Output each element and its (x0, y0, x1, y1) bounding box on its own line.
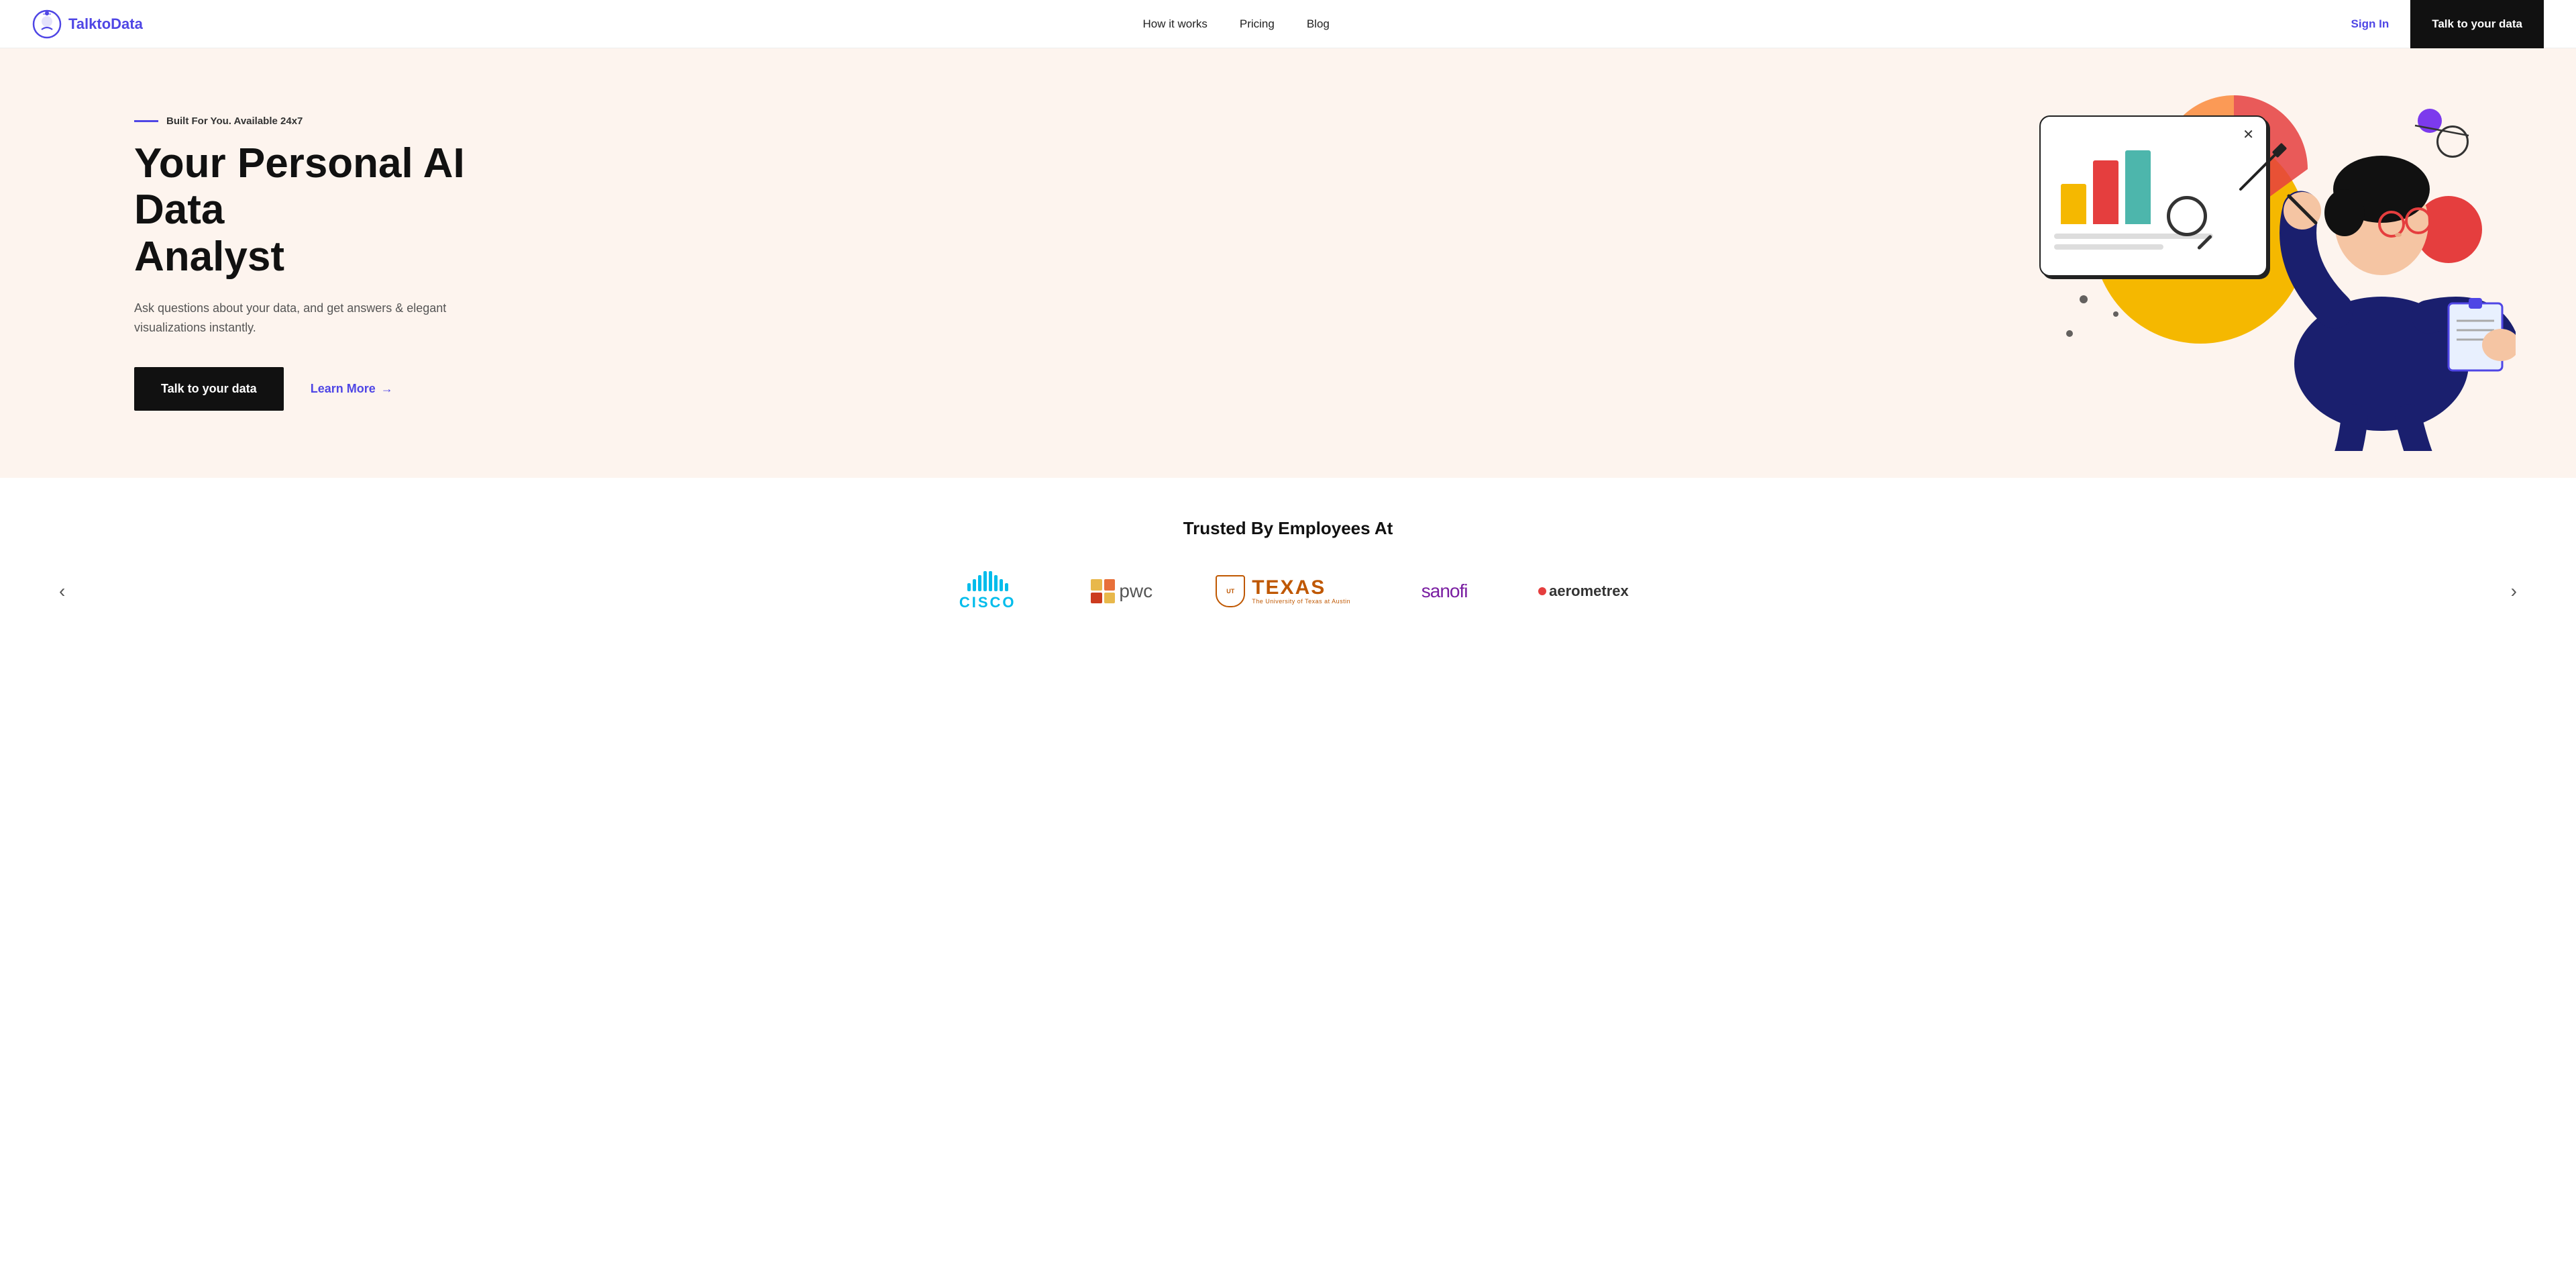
cisco-text: CISCO (959, 594, 1016, 611)
nav-links: How it works Pricing Blog (1143, 17, 1330, 31)
dot-2 (2113, 311, 2118, 317)
navbar-actions: Sign In Talk to your data (2330, 0, 2544, 48)
signin-link[interactable]: Sign In (2330, 17, 2411, 31)
pwc-text: pwc (1119, 580, 1152, 602)
person-illustration (2247, 115, 2516, 451)
cisco-logo: CISCO (947, 571, 1028, 611)
dot-1 (2080, 295, 2088, 303)
aerometrex-text: aerometrex (1549, 583, 1629, 600)
logos-row: ‹ CISCO (54, 571, 2522, 611)
hero-title: Your Personal AI Data Analyst (134, 140, 537, 280)
sanofi-logo: sanofi (1404, 580, 1485, 602)
texas-shield-icon: UT (1216, 575, 1245, 607)
cisco-bars-icon (967, 571, 1008, 591)
hero-cta-button[interactable]: Talk to your data (134, 367, 284, 411)
chart-bar-1 (2061, 184, 2086, 224)
texas-logo: UT TEXAS The University of Texas at Aust… (1216, 575, 1350, 607)
nav-blog[interactable]: Blog (1307, 17, 1330, 31)
trusted-section: Trusted By Employees At ‹ CISCO (0, 478, 2576, 652)
nav-how-it-works[interactable]: How it works (1143, 17, 1208, 31)
logos-prev-button[interactable]: ‹ (54, 575, 70, 607)
pwc-logo: pwc (1081, 579, 1162, 603)
hero-tag: Built For You. Available 24x7 (134, 115, 537, 127)
navbar: TalktoData How it works Pricing Blog Sig… (0, 0, 2576, 48)
sanofi-text: sanofi (1421, 580, 1468, 602)
chart-bars (2061, 144, 2253, 224)
logo-icon (32, 9, 62, 39)
brand-name: TalktoData (68, 15, 143, 33)
dashboard-card: ✕ (2039, 115, 2267, 276)
hero-section: Built For You. Available 24x7 Your Perso… (0, 48, 2576, 478)
talk-to-data-nav-button[interactable]: Talk to your data (2410, 0, 2544, 48)
hero-tag-line (134, 120, 158, 122)
logos-next-button[interactable]: › (2506, 575, 2522, 607)
hero-tag-text: Built For You. Available 24x7 (166, 115, 303, 127)
texas-main-text: TEXAS (1252, 578, 1326, 598)
dot-3 (2066, 330, 2073, 337)
trusted-title: Trusted By Employees At (54, 518, 2522, 539)
learn-more-link[interactable]: Learn More → (311, 382, 393, 396)
texas-sub-text: The University of Texas at Austin (1252, 598, 1350, 605)
pen-icon (2234, 142, 2288, 196)
aerometrex-logo: aerometrex (1538, 583, 1629, 600)
magnifier-icon (2167, 196, 2207, 236)
card-line-2 (2054, 244, 2163, 250)
arrow-icon: → (381, 382, 393, 396)
logo-link[interactable]: TalktoData (32, 9, 143, 39)
nav-pricing[interactable]: Pricing (1240, 17, 1275, 31)
card-lines (2054, 234, 2253, 250)
hero-buttons: Talk to your data Learn More → (134, 367, 537, 411)
aerometrex-dot-icon (1538, 587, 1546, 595)
hero-content: Built For You. Available 24x7 Your Perso… (134, 115, 537, 411)
chart-bar-2 (2093, 160, 2118, 224)
pwc-squares-icon (1091, 579, 1115, 603)
chart-bar-3 (2125, 150, 2151, 224)
hero-subtitle: Ask questions about your data, and get a… (134, 299, 483, 338)
hero-illustration: ✕ + (2039, 89, 2496, 438)
